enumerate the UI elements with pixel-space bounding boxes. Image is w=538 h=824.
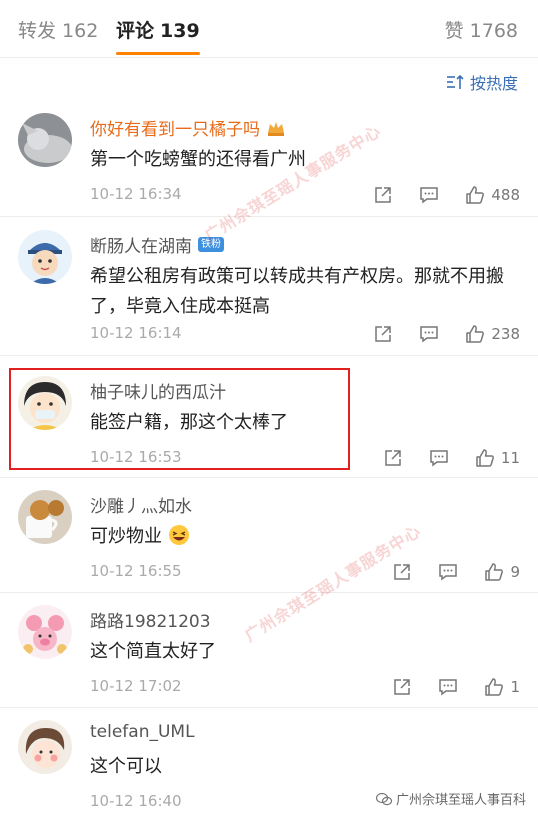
comment-username[interactable]: 断肠人在湖南 铁粉 (90, 232, 224, 257)
like-button[interactable]: 1 (484, 677, 520, 697)
comment-text: 这个简直太好了 (90, 641, 216, 662)
sort-icon (446, 74, 464, 89)
comment-actions: 1 (392, 677, 520, 697)
share-button[interactable] (373, 324, 393, 344)
comment-actions: 488 (373, 185, 520, 205)
reply-button[interactable] (419, 324, 439, 344)
comment-icon (420, 187, 439, 204)
like-count: 11 (500, 449, 520, 467)
cat-avatar-icon (18, 113, 72, 167)
thumb-up-icon (466, 186, 485, 204)
tab-likes[interactable]: 赞 1768 (445, 16, 518, 43)
sort-label: 按热度 (469, 74, 518, 93)
reply-button[interactable] (419, 185, 439, 205)
divider (0, 355, 538, 356)
avatar[interactable] (18, 230, 72, 284)
comment-text-value: 可炒物业 (90, 526, 162, 547)
tab-repost[interactable]: 转发 162 (18, 16, 98, 43)
avatar[interactable] (18, 605, 72, 659)
share-icon (385, 450, 401, 466)
share-icon (394, 679, 411, 695)
username-text: 路路19821203 (90, 612, 211, 632)
avatar[interactable] (18, 720, 72, 774)
tab-comments-count: 139 (160, 20, 200, 42)
comment-time: 10-12 16:40 (90, 792, 182, 810)
thumb-up-icon (476, 449, 494, 467)
comment-item: 沙雕丿灬如水 可炒物业 10-12 16:55 9 (0, 490, 538, 590)
footer-watermark: 广州佘琪至瑶人事百科 (375, 789, 526, 808)
username-text: 沙雕丿灬如水 (90, 497, 192, 517)
like-button[interactable]: 238 (465, 324, 520, 344)
avatar[interactable] (18, 113, 72, 167)
tab-likes-label: 赞 (444, 20, 464, 42)
divider (0, 216, 538, 217)
comment-actions: 238 (373, 324, 520, 344)
comment-actions: 9 (392, 562, 520, 582)
like-button[interactable]: 488 (465, 185, 520, 205)
tab-comments-label: 评论 (116, 20, 155, 42)
share-button[interactable] (392, 562, 412, 582)
comment-username[interactable]: telefan_UML (90, 722, 195, 742)
share-button[interactable] (392, 677, 412, 697)
highlight-box (9, 368, 350, 470)
comment-username[interactable]: 沙雕丿灬如水 (90, 492, 192, 517)
comment-icon (430, 450, 448, 467)
police-cartoon-avatar-icon (18, 230, 72, 284)
like-count: 488 (491, 186, 520, 204)
share-button[interactable] (383, 448, 403, 468)
comment-time: 10-12 16:55 (90, 562, 182, 580)
tab-repost-count: 162 (62, 20, 99, 42)
avatar[interactable] (18, 490, 72, 544)
comment-time: 10-12 16:34 (90, 185, 182, 203)
comment-actions: 11 (383, 448, 520, 468)
divider (0, 477, 538, 478)
wechat-icon (375, 792, 392, 805)
divider (0, 707, 538, 708)
doll-avatar-icon (18, 720, 72, 774)
like-button[interactable]: 9 (484, 562, 520, 582)
reply-button[interactable] (429, 448, 449, 468)
share-icon (375, 326, 392, 342)
comment-username[interactable]: 路路19821203 (90, 607, 211, 632)
comment-text: 可炒物业 (90, 522, 520, 552)
pig-cartoon-avatar-icon (18, 605, 72, 659)
comment-icon (439, 679, 458, 696)
comment-time: 10-12 16:14 (90, 324, 182, 342)
username-text: telefan_UML (90, 722, 195, 742)
thumb-up-icon (485, 563, 504, 581)
sort-by-hot-button[interactable]: 按热度 (446, 70, 518, 94)
like-count: 238 (491, 325, 520, 343)
comment-text: 这个可以 (90, 756, 162, 777)
username-text: 断肠人在湖南 (90, 237, 192, 257)
tab-likes-count: 1768 (469, 20, 518, 42)
share-icon (375, 187, 392, 203)
comment-icon (439, 564, 458, 581)
share-button[interactable] (373, 185, 393, 205)
laughing-emoji-icon (168, 525, 189, 545)
divider (0, 592, 538, 593)
username-text: 你好有看到一只橘子吗 (90, 120, 260, 140)
like-count: 1 (510, 678, 520, 696)
comment-username[interactable]: 你好有看到一只橘子吗 (90, 115, 286, 140)
comment-item: 断肠人在湖南 铁粉 希望公租房有政策可以转成共有产权房。那就不用搬了，毕竟入住成… (0, 230, 538, 355)
cat-mug-avatar-icon (18, 490, 72, 544)
like-count: 9 (510, 563, 520, 581)
reply-button[interactable] (438, 677, 458, 697)
thumb-up-icon (485, 678, 504, 696)
footer-text: 广州佘琪至瑶人事百科 (395, 793, 526, 808)
comment-time: 10-12 17:02 (90, 677, 182, 695)
tab-bar: 转发 162 评论 139 赞 1768 (0, 0, 538, 58)
thumb-up-icon (466, 325, 485, 343)
reply-button[interactable] (438, 562, 458, 582)
comment-text: 希望公租房有政策可以转成共有产权房。那就不用搬了，毕竟入住成本挺高 (90, 266, 504, 317)
crown-badge-icon (268, 121, 284, 136)
tab-repost-label: 转发 (18, 20, 57, 42)
tab-comments[interactable]: 评论 139 (116, 16, 200, 55)
comment-icon (420, 326, 439, 343)
share-icon (394, 564, 411, 580)
like-button[interactable]: 11 (475, 448, 520, 468)
